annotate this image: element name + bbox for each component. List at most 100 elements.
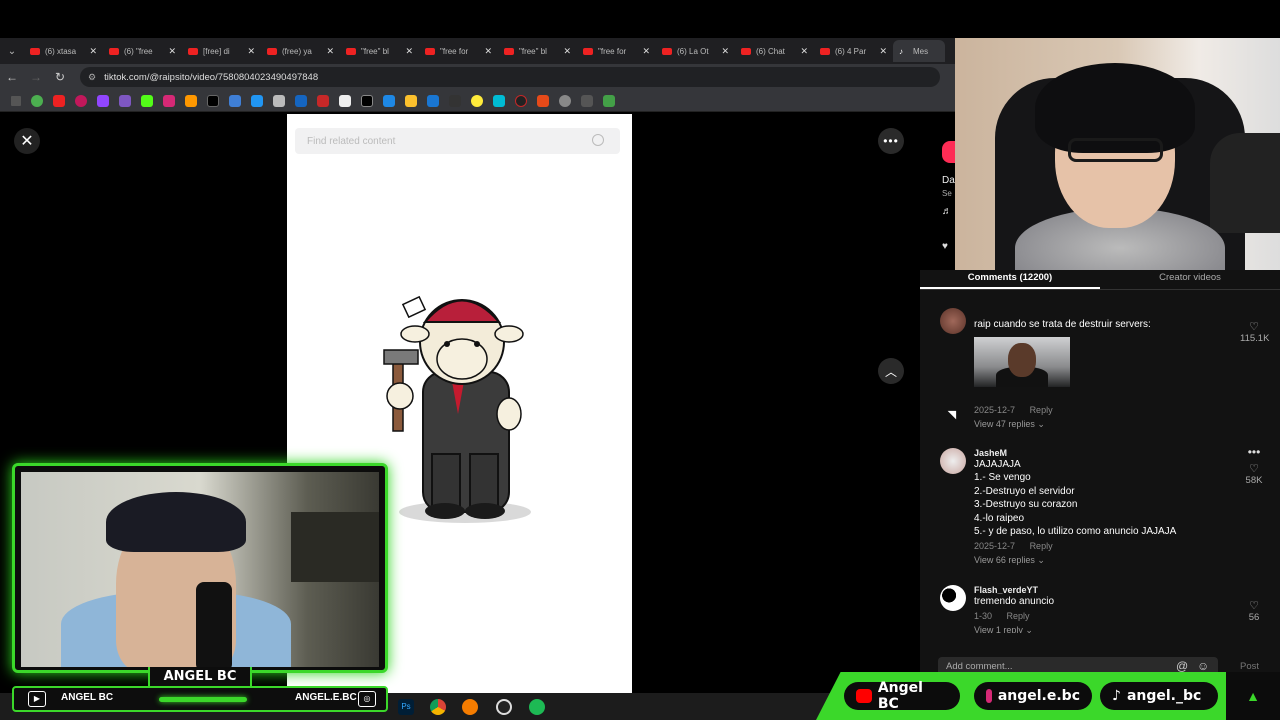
bookmark-icon[interactable] <box>449 94 461 107</box>
tab-comments[interactable]: Comments (12200) <box>920 270 1100 289</box>
like-count: 115.1K <box>1240 333 1270 344</box>
comment-like[interactable]: ♡ 56 <box>1240 599 1268 623</box>
bookmark-icon[interactable] <box>515 94 527 107</box>
bookmark-icon[interactable] <box>361 94 373 107</box>
more-options-button[interactable]: ••• <box>878 128 904 154</box>
site-info-icon[interactable]: ⚙ <box>88 72 96 83</box>
browser-icon[interactable] <box>462 699 478 715</box>
like-icon[interactable]: ♥ <box>942 241 948 252</box>
heart-icon[interactable]: ♡ <box>1240 599 1268 612</box>
post-button[interactable]: Post <box>1240 661 1259 672</box>
browser-tab[interactable]: (6) Chat ✕ <box>735 40 814 62</box>
apps-icon[interactable] <box>11 95 21 106</box>
browser-tab[interactable]: "free for ✕ <box>577 40 656 62</box>
bookmark-icon[interactable] <box>317 94 329 107</box>
back-icon[interactable]: ← <box>0 70 24 84</box>
close-tab-icon[interactable]: ✕ <box>168 46 176 57</box>
close-tab-icon[interactable]: ✕ <box>484 46 492 57</box>
comment-like[interactable]: ♡ 58K <box>1240 462 1268 486</box>
close-tab-icon[interactable]: ✕ <box>405 46 413 57</box>
chrome-icon[interactable] <box>31 94 43 107</box>
bookmark-icon[interactable] <box>427 94 439 107</box>
social-youtube: Angel BC <box>844 680 960 712</box>
spotify-icon[interactable] <box>529 699 545 715</box>
browser-tab-active[interactable]: ♪ Mes <box>893 40 945 62</box>
kick-icon[interactable] <box>141 94 153 107</box>
view-replies-button[interactable]: View 66 replies ⌄ <box>974 555 1244 566</box>
bookmark-icon[interactable] <box>471 94 483 107</box>
view-replies-label: View 66 replies <box>974 555 1035 566</box>
bookmark-icon[interactable] <box>537 94 549 107</box>
browser-tab[interactable]: "free for ✕ <box>419 40 498 62</box>
browser-tab[interactable]: (6) La Ot ✕ <box>656 40 735 62</box>
url-field[interactable]: ⚙ tiktok.com/@raipsito/video/75808040234… <box>80 67 940 87</box>
notion-icon[interactable] <box>339 94 351 107</box>
browser-tab[interactable]: (6) xtasa ✕ <box>24 40 103 62</box>
comment-username[interactable]: Flash_verdeYT <box>974 585 1244 595</box>
instagram-icon[interactable] <box>163 94 175 107</box>
browser-tab[interactable]: (6) 4 Par ✕ <box>814 40 893 62</box>
close-tab-icon[interactable]: ✕ <box>326 46 334 57</box>
emoji-icon[interactable]: ☺ <box>1197 659 1209 673</box>
comment-more-icon[interactable]: ••• <box>1240 445 1268 459</box>
bookmark-icon[interactable] <box>603 94 615 107</box>
bookmark-icon[interactable] <box>405 94 417 107</box>
browser-tab[interactable]: (free) ya ✕ <box>261 40 340 62</box>
close-video-button[interactable]: ✕ <box>14 128 40 154</box>
obs-icon[interactable] <box>496 699 512 715</box>
bookmark-icon[interactable] <box>75 94 87 107</box>
forward-icon[interactable]: → <box>24 70 48 84</box>
tiktok-icon: ♪ <box>899 46 903 56</box>
avatar[interactable] <box>940 308 966 334</box>
bookmark-icon[interactable] <box>229 94 241 107</box>
close-tab-icon[interactable]: ✕ <box>800 46 808 57</box>
close-tab-icon[interactable]: ✕ <box>879 46 887 57</box>
heart-icon[interactable]: ♡ <box>1240 320 1268 333</box>
tab-search-dropdown[interactable]: ⌄ <box>0 38 24 64</box>
previous-video-button[interactable]: ︿ <box>878 358 904 384</box>
stack-icon[interactable] <box>273 94 285 107</box>
reply-button[interactable]: Reply <box>1030 541 1053 551</box>
chrome-icon[interactable] <box>430 699 446 715</box>
close-tab-icon[interactable]: ✕ <box>721 46 729 57</box>
url-text: tiktok.com/@raipsito/video/7580804023490… <box>104 71 319 83</box>
bookmark-icon[interactable] <box>185 94 197 107</box>
browser-tab[interactable]: (6) "free ✕ <box>103 40 182 62</box>
comment-username[interactable]: JasheM <box>974 448 1244 458</box>
author-name-snippet[interactable]: Da <box>942 175 955 186</box>
follow-badge[interactable] <box>942 141 956 163</box>
bookmark-icon[interactable] <box>559 94 571 107</box>
comment-like[interactable]: ♡ 115.1K <box>1240 320 1270 344</box>
comment-text: 5.- y de paso, lo utilizo como anuncio J… <box>974 526 1177 538</box>
reply-button[interactable]: Reply <box>1030 405 1053 415</box>
browser-tab[interactable]: [free] di ✕ <box>182 40 261 62</box>
mention-icon[interactable]: @ <box>1176 659 1188 673</box>
reload-icon[interactable]: ↻ <box>48 70 72 84</box>
bookmark-icon[interactable] <box>251 94 263 107</box>
heart-icon[interactable]: ♡ <box>1240 462 1268 475</box>
bookmark-icon[interactable] <box>119 94 131 107</box>
avatar[interactable] <box>940 585 966 611</box>
close-tab-icon[interactable]: ✕ <box>642 46 650 57</box>
twitch-icon[interactable] <box>97 94 109 107</box>
view-replies-button[interactable]: View 47 replies ⌄ <box>974 419 1244 430</box>
bookmark-icon[interactable] <box>493 94 505 107</box>
avatar[interactable] <box>940 448 966 474</box>
view-replies-button[interactable]: View 1 reply ⌄ <box>974 625 1244 633</box>
reply-button[interactable]: Reply <box>1007 611 1030 621</box>
comment-text: 4.-lo raipeo <box>974 512 1025 524</box>
close-tab-icon[interactable]: ✕ <box>89 46 97 57</box>
bookmark-icon[interactable] <box>295 94 307 107</box>
tab-creator-videos[interactable]: Creator videos <box>1100 270 1280 289</box>
x-icon[interactable] <box>207 94 219 107</box>
close-tab-icon[interactable]: ✕ <box>247 46 255 57</box>
bookmark-icon[interactable] <box>383 94 395 107</box>
music-icon[interactable]: ♬ <box>942 206 952 217</box>
bookmark-icon[interactable] <box>581 94 593 107</box>
youtube-icon[interactable] <box>53 94 65 107</box>
close-tab-icon[interactable]: ✕ <box>563 46 571 57</box>
browser-tab[interactable]: "free" bl ✕ <box>498 40 577 62</box>
comment-image[interactable] <box>974 337 1070 388</box>
browser-tab[interactable]: "free" bl ✕ <box>340 40 419 62</box>
photoshop-icon[interactable]: Ps <box>398 699 414 715</box>
